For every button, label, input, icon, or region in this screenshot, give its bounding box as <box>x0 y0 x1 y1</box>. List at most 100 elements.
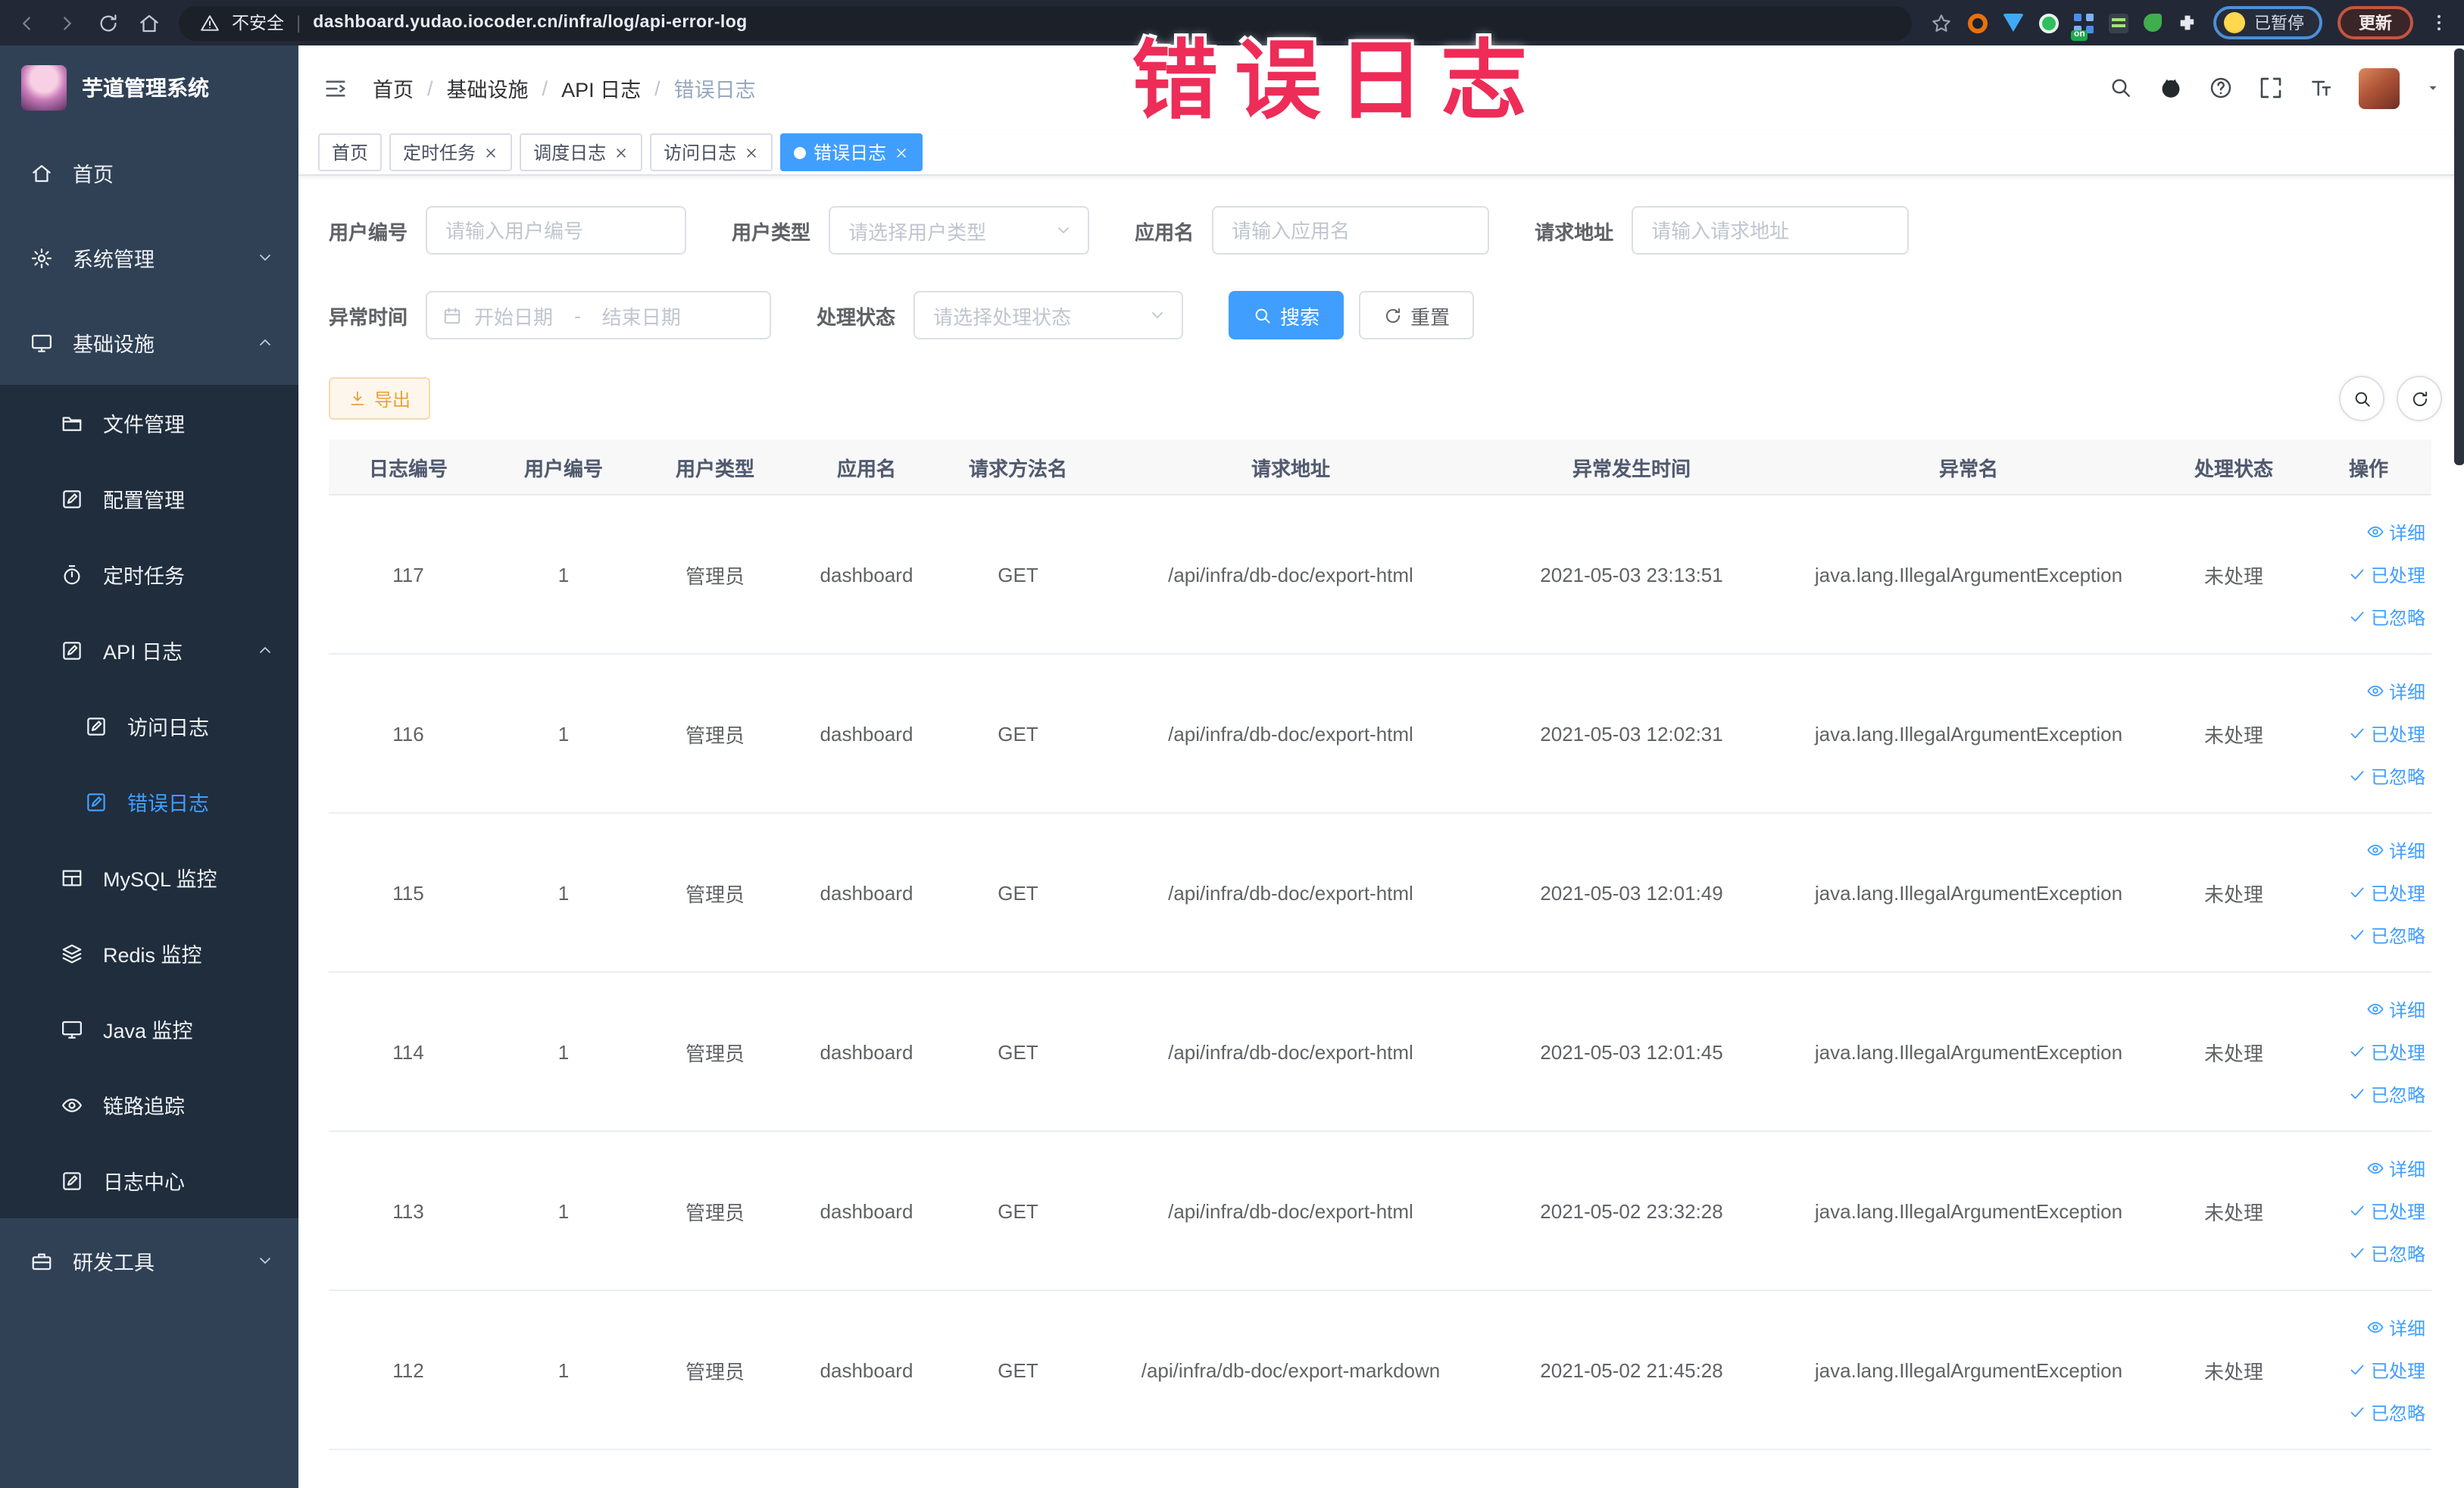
browser-menu-icon[interactable] <box>2428 12 2450 33</box>
paused-badge[interactable]: 已暂停 <box>2213 6 2322 39</box>
extension-icon-grid[interactable]: on <box>2071 13 2094 40</box>
action-ignored-link[interactable]: 已忽略 <box>2348 1399 2425 1425</box>
cell-request-url: /api/infra/db-doc/export-markdown <box>1141 1358 1441 1381</box>
sidebar-item-home[interactable]: 首页 <box>0 130 298 215</box>
tab-home[interactable]: 首页 <box>318 133 383 171</box>
close-icon[interactable] <box>894 145 909 160</box>
check-icon <box>2348 883 2366 902</box>
action-detail-link[interactable]: 详细 <box>2366 1155 2425 1181</box>
breadcrumb-api-log[interactable]: API 日志 <box>561 73 641 103</box>
layers-icon <box>61 942 83 964</box>
sidebar-item-scheduled-jobs[interactable]: 定时任务 <box>0 536 298 612</box>
action-processed-link[interactable]: 已处理 <box>2348 721 2425 746</box>
action-processed-link[interactable]: 已处理 <box>2348 1198 2425 1224</box>
action-processed-link[interactable]: 已处理 <box>2348 880 2425 905</box>
app-logo <box>21 65 67 111</box>
app-name-input[interactable] <box>1212 206 1490 255</box>
action-processed-link[interactable]: 已处理 <box>2348 1039 2425 1064</box>
tab-scheduled-jobs[interactable]: 定时任务 <box>389 133 513 171</box>
github-icon[interactable] <box>2159 76 2183 100</box>
monitor-icon <box>30 331 53 354</box>
action-ignored-link[interactable]: 已忽略 <box>2348 1081 2425 1107</box>
sidebar-item-config-mgmt[interactable]: 配置管理 <box>0 461 298 536</box>
extension-icon-orange[interactable] <box>1968 13 1988 33</box>
user-menu-caret-icon[interactable] <box>2425 80 2441 95</box>
cell-exception-time: 2021-05-03 12:02:31 <box>1540 722 1723 745</box>
export-button[interactable]: 导出 <box>329 377 431 420</box>
search-button[interactable]: 搜索 <box>1229 291 1344 339</box>
cell-request-url: /api/infra/db-doc/export-html <box>1168 1199 1413 1222</box>
toggle-search-button[interactable] <box>2339 376 2384 421</box>
action-ignored-link[interactable]: 已忽略 <box>2348 922 2425 948</box>
extension-icon-green[interactable] <box>2039 13 2059 33</box>
user-type-label: 用户类型 <box>732 220 811 243</box>
sidebar-item-api-log[interactable]: API 日志 <box>0 612 298 688</box>
breadcrumb-home[interactable]: 首页 <box>373 73 414 103</box>
scrollbar-thumb[interactable] <box>2454 48 2464 465</box>
not-secure-icon <box>200 13 220 33</box>
fullscreen-icon[interactable] <box>2259 76 2283 100</box>
sidebar-item-access-log[interactable]: 访问日志 <box>0 688 298 764</box>
close-icon[interactable] <box>614 145 629 160</box>
font-size-icon[interactable] <box>2309 76 2333 100</box>
home-icon <box>30 161 53 184</box>
exception-time-range-picker[interactable]: 开始日期 - 结束日期 <box>426 291 772 339</box>
breadcrumb-infra[interactable]: 基础设施 <box>447 73 529 103</box>
tab-access-log[interactable]: 访问日志 <box>650 133 773 171</box>
action-detail-link[interactable]: 详细 <box>2366 519 2425 545</box>
bookmark-star-icon[interactable] <box>1930 11 1953 34</box>
action-processed-link[interactable]: 已处理 <box>2348 561 2425 587</box>
sidebar-item-redis-monitor[interactable]: Redis 监控 <box>0 915 298 991</box>
sidebar-fold-icon[interactable] <box>323 75 348 101</box>
sidebar-item-dev-tools[interactable]: 研发工具 <box>0 1218 298 1303</box>
address-bar[interactable]: 不安全 | dashboard.yudao.iocoder.cn/infra/l… <box>179 5 1912 40</box>
action-detail-link[interactable]: 详细 <box>2366 837 2425 863</box>
cell-user-type: 管理员 <box>685 564 745 587</box>
app-logo-row[interactable]: 芋道管理系统 <box>0 45 298 130</box>
action-detail-link[interactable]: 详细 <box>2366 996 2425 1022</box>
action-ignored-link[interactable]: 已忽略 <box>2348 763 2425 789</box>
sidebar-item-java-monitor[interactable]: Java 监控 <box>0 991 298 1067</box>
action-detail-link[interactable]: 详细 <box>2366 1315 2425 1340</box>
sidebar-item-system[interactable]: 系统管理 <box>0 215 298 300</box>
col-actions: 操作 <box>2348 457 2388 480</box>
cell-user-id: 1 <box>557 1040 570 1063</box>
tab-error-log[interactable]: 错误日志 <box>780 133 923 171</box>
action-processed-link[interactable]: 已处理 <box>2348 1357 2425 1383</box>
request-url-input[interactable] <box>1632 206 1910 255</box>
update-button[interactable]: 更新 <box>2338 6 2413 39</box>
sidebar-item-error-log[interactable]: 错误日志 <box>0 764 298 839</box>
extension-icon-shield[interactable] <box>2003 14 2024 32</box>
user-type-select[interactable]: 请选择用户类型 <box>829 206 1090 255</box>
tab-dispatch-log[interactable]: 调度日志 <box>520 133 643 171</box>
action-detail-link[interactable]: 详细 <box>2366 678 2425 704</box>
request-url-label: 请求地址 <box>1535 220 1614 243</box>
action-ignored-link[interactable]: 已忽略 <box>2348 1240 2425 1266</box>
header-search-icon[interactable] <box>2109 76 2133 100</box>
user-id-input[interactable] <box>426 206 687 255</box>
close-icon[interactable] <box>744 145 759 160</box>
cell-user-id: 1 <box>557 1358 570 1381</box>
user-avatar[interactable] <box>2359 67 2400 108</box>
browser-back-icon[interactable] <box>15 11 38 34</box>
browser-forward-icon[interactable] <box>56 11 79 34</box>
cell-actions: 详细 已处理 已忽略 <box>2306 973 2431 1130</box>
extensions-puzzle-icon[interactable] <box>2177 12 2198 33</box>
sidebar-item-mysql-monitor[interactable]: MySQL 监控 <box>0 839 298 915</box>
sidebar-item-file-mgmt[interactable]: 文件管理 <box>0 385 298 461</box>
reset-button[interactable]: 重置 <box>1359 291 1475 339</box>
process-status-select[interactable]: 请选择处理状态 <box>913 291 1184 339</box>
extension-icon-list[interactable] <box>2109 13 2128 33</box>
sidebar-item-tracing[interactable]: 链路追踪 <box>0 1067 298 1143</box>
refresh-table-button[interactable] <box>2397 376 2442 421</box>
page-scrollbar[interactable] <box>2454 45 2464 1488</box>
close-icon[interactable] <box>483 145 498 160</box>
action-ignored-link[interactable]: 已忽略 <box>2348 604 2425 630</box>
browser-home-icon[interactable] <box>138 11 161 34</box>
sidebar-item-infra[interactable]: 基础设施 <box>0 300 298 385</box>
browser-reload-icon[interactable] <box>97 11 120 34</box>
extension-icon-leaf[interactable] <box>2144 14 2162 32</box>
check-icon <box>2348 1244 2366 1262</box>
sidebar-item-log-center[interactable]: 日志中心 <box>0 1143 298 1218</box>
help-icon[interactable] <box>2209 76 2233 100</box>
